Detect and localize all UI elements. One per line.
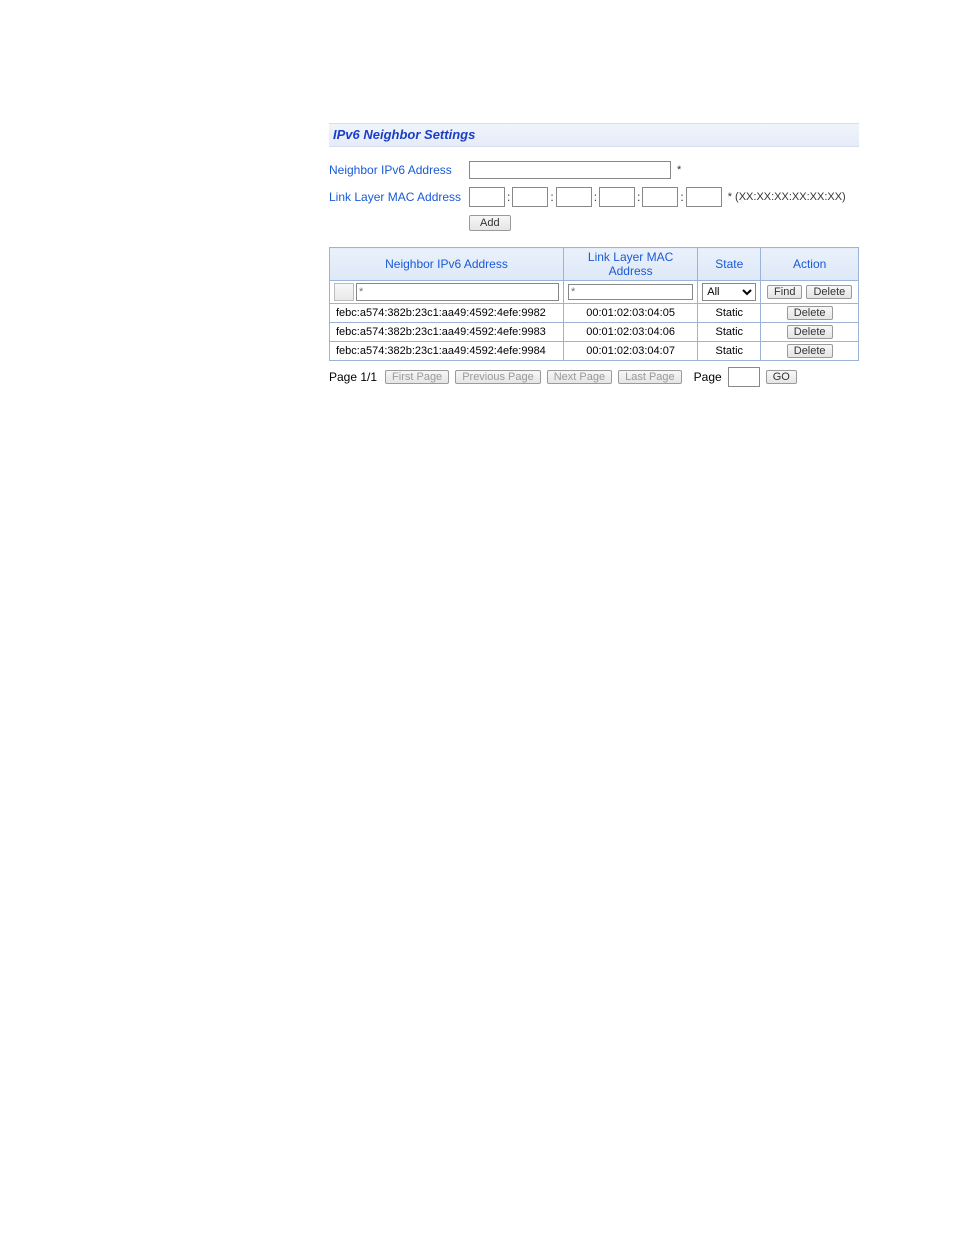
table-row: febc:a574:382b:23c1:aa49:4592:4efe:9983 … xyxy=(330,323,859,342)
go-button[interactable]: GO xyxy=(766,370,797,384)
th-ipv6: Neighbor IPv6 Address xyxy=(330,248,564,281)
label-ipv6: Neighbor IPv6 Address xyxy=(329,163,469,177)
mac-colon: : xyxy=(550,190,553,204)
cell-ipv6: febc:a574:382b:23c1:aa49:4592:4efe:9982 xyxy=(330,304,564,323)
filter-ipv6-input[interactable] xyxy=(356,283,559,301)
ipv6-neighbor-panel: IPv6 Neighbor Settings Neighbor IPv6 Add… xyxy=(329,123,859,387)
input-mac-seg-4[interactable] xyxy=(642,187,678,207)
input-ipv6[interactable] xyxy=(469,161,671,179)
input-mac-seg-5[interactable] xyxy=(686,187,722,207)
cell-ipv6: febc:a574:382b:23c1:aa49:4592:4efe:9983 xyxy=(330,323,564,342)
neighbor-table-wrap: Neighbor IPv6 Address Link Layer MAC Add… xyxy=(329,247,859,361)
row-delete-button[interactable]: Delete xyxy=(787,344,833,358)
mac-colon: : xyxy=(637,190,640,204)
mac-hint: * (XX:XX:XX:XX:XX:XX) xyxy=(728,191,846,203)
page-number-input[interactable] xyxy=(728,367,760,387)
add-button[interactable]: Add xyxy=(469,215,511,231)
cell-state: Static xyxy=(698,323,761,342)
th-mac: Link Layer MAC Address xyxy=(563,248,697,281)
first-page-button[interactable]: First Page xyxy=(385,370,449,384)
page-label: Page xyxy=(694,370,722,384)
cell-state: Static xyxy=(698,342,761,361)
ipv6-required-mark: * xyxy=(677,164,681,176)
cell-ipv6: febc:a574:382b:23c1:aa49:4592:4efe:9984 xyxy=(330,342,564,361)
input-mac-seg-0[interactable] xyxy=(469,187,505,207)
th-action: Action xyxy=(761,248,859,281)
row-mac: Link Layer MAC Address : : : : : * (XX:X… xyxy=(329,187,859,207)
mac-colon: : xyxy=(594,190,597,204)
neighbor-table: Neighbor IPv6 Address Link Layer MAC Add… xyxy=(329,247,859,361)
next-page-button[interactable]: Next Page xyxy=(547,370,612,384)
panel-title: IPv6 Neighbor Settings xyxy=(333,127,475,142)
mac-colon: : xyxy=(680,190,683,204)
th-state: State xyxy=(698,248,761,281)
mac-colon: : xyxy=(507,190,510,204)
table-row: febc:a574:382b:23c1:aa49:4592:4efe:9984 … xyxy=(330,342,859,361)
page-indicator: Page 1/1 xyxy=(329,370,377,384)
input-mac-seg-3[interactable] xyxy=(599,187,635,207)
row-add: Add xyxy=(329,215,859,231)
filter-mac-input[interactable] xyxy=(568,284,693,300)
last-page-button[interactable]: Last Page xyxy=(618,370,682,384)
input-mac-seg-2[interactable] xyxy=(556,187,592,207)
filter-state-select[interactable]: All xyxy=(702,283,756,301)
row-delete-button[interactable]: Delete xyxy=(787,325,833,339)
pagination: Page 1/1 First Page Previous Page Next P… xyxy=(329,367,859,387)
filter-delete-button[interactable]: Delete xyxy=(806,285,852,299)
panel-title-bar: IPv6 Neighbor Settings xyxy=(329,123,859,147)
row-ipv6: Neighbor IPv6 Address * xyxy=(329,161,859,179)
filter-ipv6-prefix-box[interactable] xyxy=(334,283,354,301)
input-mac-seg-1[interactable] xyxy=(512,187,548,207)
cell-mac: 00:01:02:03:04:06 xyxy=(563,323,697,342)
row-delete-button[interactable]: Delete xyxy=(787,306,833,320)
table-row: febc:a574:382b:23c1:aa49:4592:4efe:9982 … xyxy=(330,304,859,323)
filter-find-button[interactable]: Find xyxy=(767,285,802,299)
table-header-row: Neighbor IPv6 Address Link Layer MAC Add… xyxy=(330,248,859,281)
cell-mac: 00:01:02:03:04:05 xyxy=(563,304,697,323)
cell-state: Static xyxy=(698,304,761,323)
prev-page-button[interactable]: Previous Page xyxy=(455,370,541,384)
table-filter-row: All Find Delete xyxy=(330,281,859,304)
label-mac: Link Layer MAC Address xyxy=(329,190,469,204)
form-area: Neighbor IPv6 Address * Link Layer MAC A… xyxy=(329,147,859,231)
cell-mac: 00:01:02:03:04:07 xyxy=(563,342,697,361)
